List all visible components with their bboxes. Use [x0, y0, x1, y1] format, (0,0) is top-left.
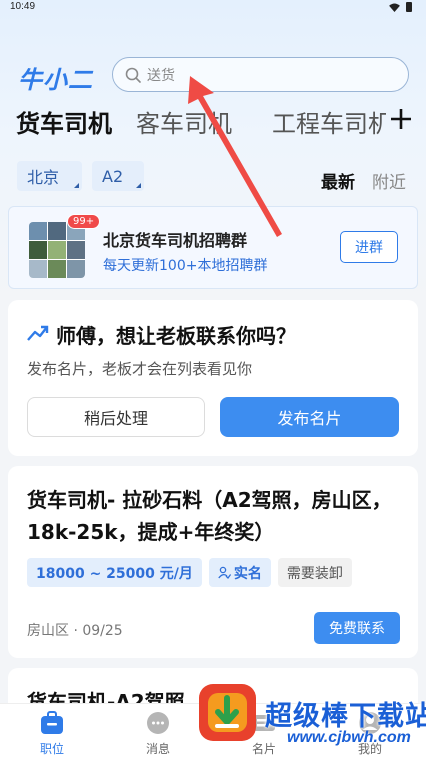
group-title: 北京货车司机招聘群: [103, 231, 248, 250]
download-logo-icon: [199, 684, 256, 741]
nav-jobs[interactable]: 职位: [22, 710, 82, 757]
prompt-title: 师傅，想让老板联系你吗？: [56, 324, 296, 348]
status-time: 10:49: [10, 1, 36, 12]
job-meta: 房山区 · 09/25: [27, 623, 123, 639]
verified-label: 实名: [233, 565, 262, 582]
nav-messages-label: 消息: [145, 742, 170, 756]
category-tabs: 货车司机 客车司机 工程车司机: [16, 104, 416, 144]
job-card[interactable]: 货车司机- 拉砂石料（A2驾照，房山区，18k-25k，提成+年终奖） 1800…: [8, 466, 418, 658]
group-banner[interactable]: 99+ 北京货车司机招聘群 每天更新100+本地招聘群 进群: [8, 206, 418, 289]
profile-prompt-card: 师傅，想让老板联系你吗？ 发布名片，老板才会在列表看见你 稍后处理 发布名片: [8, 300, 418, 456]
search-input[interactable]: 送货: [112, 57, 409, 92]
later-button[interactable]: 稍后处理: [27, 397, 205, 437]
loading-tag: 需要装卸: [277, 558, 352, 587]
sort-latest[interactable]: 最新: [321, 168, 355, 193]
salary-tag: 18000 ~ 25000 元/月: [27, 558, 202, 587]
chat-bubble-icon: [147, 712, 169, 734]
briefcase-icon: [41, 711, 63, 734]
tab-bus-driver[interactable]: 客车司机: [136, 104, 232, 139]
tab-engineering-clip: 工程车司机: [272, 104, 386, 144]
join-group-button[interactable]: 进群: [340, 231, 398, 263]
tab-engineering-driver[interactable]: 工程车司机: [272, 104, 386, 139]
wifi-icon: [389, 2, 400, 12]
group-subtitle: 每天更新100+本地招聘群: [103, 258, 268, 274]
trend-up-icon: [27, 325, 49, 341]
free-contact-button[interactable]: 免费联系: [314, 612, 400, 644]
app-logo: 牛小二: [18, 67, 93, 94]
status-icons: [389, 2, 412, 12]
battery-icon: [406, 2, 412, 12]
license-filter-label: A2: [102, 166, 124, 186]
dropdown-corner-icon: [136, 183, 141, 188]
site-watermark: 超级棒下载站 www.cjbwh.com: [195, 680, 426, 759]
person-check-icon: [218, 566, 231, 579]
city-filter[interactable]: 北京: [17, 161, 82, 191]
job-title: 货车司机- 拉砂石料（A2驾照，房山区，18k-25k，提成+年终奖）: [27, 488, 392, 544]
sort-nearby[interactable]: 附近: [372, 168, 406, 193]
license-filter[interactable]: A2: [92, 161, 144, 191]
tab-truck-driver[interactable]: 货车司机: [16, 104, 112, 139]
publish-card-button[interactable]: 发布名片: [220, 397, 399, 437]
dropdown-corner-icon: [74, 183, 79, 188]
group-count-badge: 99+: [67, 214, 101, 229]
search-icon: [125, 67, 141, 83]
add-category-icon[interactable]: [388, 106, 414, 132]
watermark-url: www.cjbwh.com: [287, 729, 411, 746]
nav-messages[interactable]: 消息: [128, 710, 188, 757]
search-placeholder: 送货: [147, 67, 175, 84]
group-avatar-grid: [29, 222, 85, 278]
nav-jobs-label: 职位: [39, 742, 64, 756]
job-tags: 18000 ~ 25000 元/月 实名 需要装卸: [27, 558, 352, 587]
prompt-subtitle: 发布名片，老板才会在列表看见你: [27, 360, 253, 378]
watermark-text: 超级棒下载站: [265, 701, 426, 731]
status-bar: 10:49: [0, 0, 426, 16]
city-filter-label: 北京: [27, 168, 60, 187]
verified-tag: 实名: [208, 558, 271, 587]
